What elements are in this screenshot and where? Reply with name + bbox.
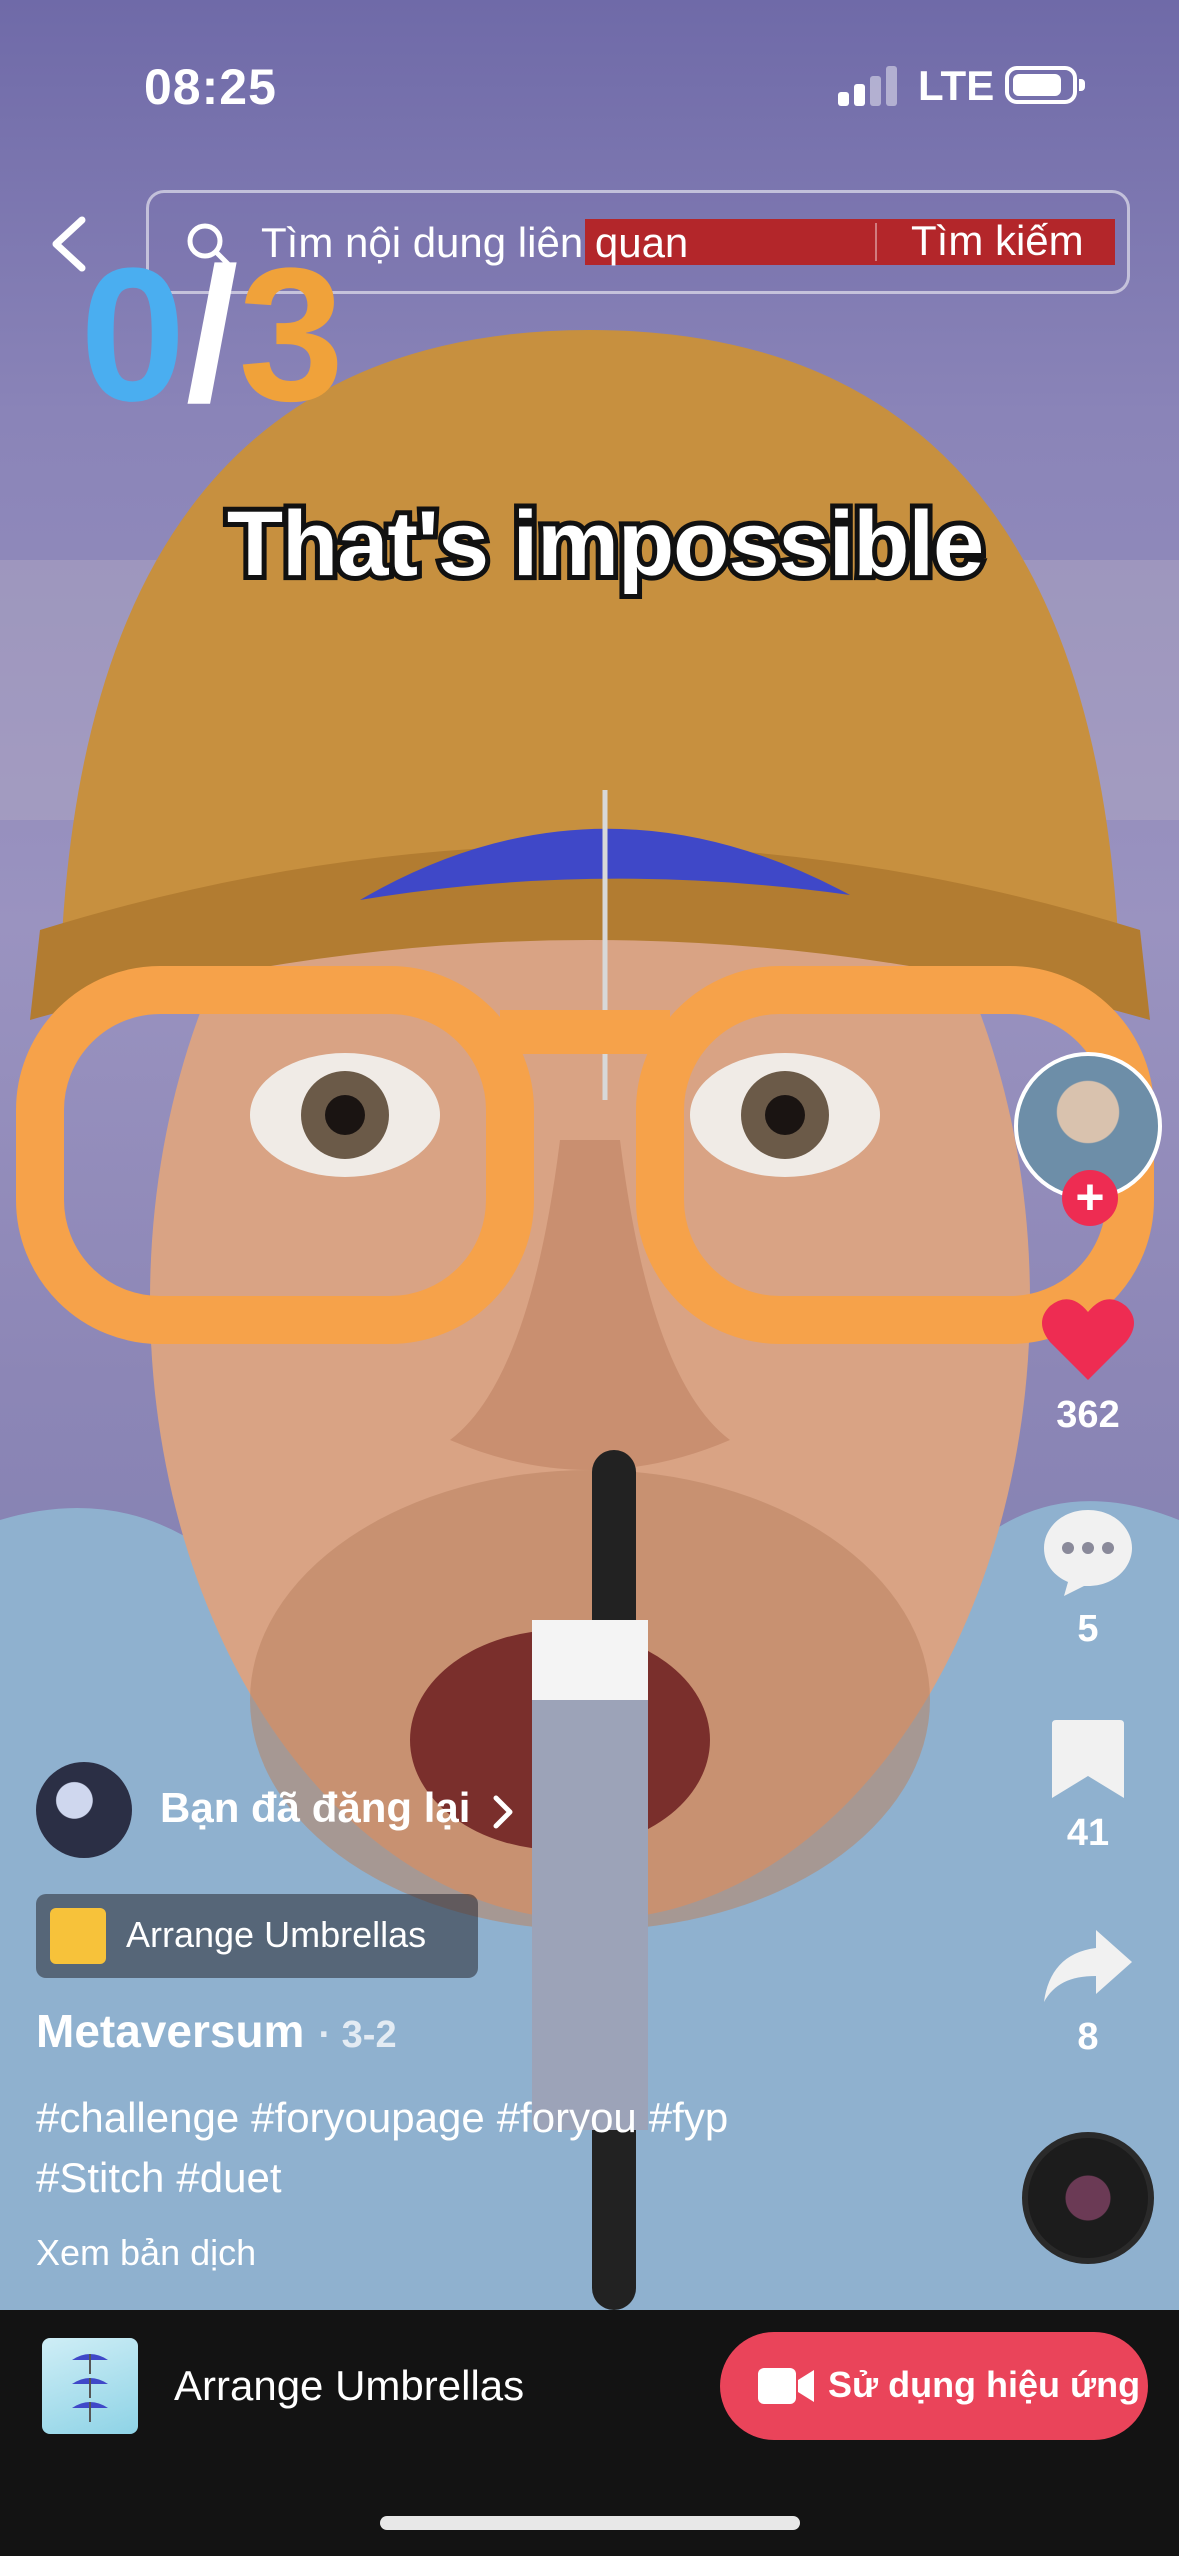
heart-icon [1042, 1299, 1134, 1380]
comment-button[interactable]: 5 [1020, 1506, 1156, 1651]
battery-icon [1005, 66, 1085, 104]
share-count: 8 [1077, 2016, 1099, 2058]
post-description: #challenge #foryoupage #foryou #fyp #Stitch… [36, 2088, 936, 2208]
save-button[interactable]: 41 [1020, 1716, 1156, 1855]
effect-thumbnail[interactable] [42, 2338, 138, 2434]
save-count: 41 [1066, 1812, 1110, 1854]
signal-icon [838, 66, 900, 106]
effect-name[interactable]: Arrange Umbrellas [174, 2362, 524, 2410]
follow-button[interactable]: + [1062, 1170, 1118, 1226]
post-date: · 3-2 [318, 2014, 397, 2056]
repost-avatar[interactable] [36, 1762, 132, 1858]
hashtag[interactable]: #foryou [497, 2094, 637, 2141]
score-current: 0 [80, 229, 186, 441]
comment-icon [1044, 1510, 1132, 1596]
hashtag[interactable]: #challenge [36, 2094, 239, 2141]
score-total: 3 [238, 229, 345, 441]
author-name[interactable]: Metaversum [36, 2005, 304, 2057]
search-divider [875, 223, 877, 261]
status-time: 08:25 [144, 59, 277, 115]
share-button[interactable]: 8 [1020, 1926, 1156, 2059]
translate-link[interactable]: Xem bản dịch [36, 2232, 256, 2274]
hashtag[interactable]: #fyp [649, 2094, 728, 2141]
use-effect-button[interactable]: Sử dụng hiệu ứng [720, 2332, 1148, 2440]
sound-disc[interactable] [1022, 2132, 1154, 2264]
home-indicator[interactable] [380, 2516, 800, 2530]
chevron-right-icon [493, 1795, 513, 1829]
author-row[interactable]: Metaversum · 3-2 [36, 2004, 397, 2058]
bookmark-icon [1052, 1720, 1124, 1798]
hashtag[interactable]: #Stitch [36, 2154, 164, 2201]
effect-tag[interactable]: Arrange Umbrellas [36, 1894, 478, 1978]
like-count: 362 [1056, 1394, 1120, 1436]
creator-avatar[interactable]: + [1014, 1052, 1162, 1226]
effect-sparkle-icon [50, 1908, 106, 1964]
video-caption: That's impossible [222, 488, 989, 600]
like-button[interactable]: 362 [1020, 1296, 1156, 1437]
game-score: 0/3 [80, 240, 344, 430]
network-type: LTE [918, 62, 995, 109]
hashtag[interactable]: #duet [176, 2154, 281, 2201]
share-icon [1044, 1930, 1132, 2002]
effect-tag-label: Arrange Umbrellas [126, 1914, 427, 1955]
hashtag[interactable]: #foryoupage [251, 2094, 485, 2141]
repost-label[interactable]: Bạn đã đăng lại [160, 1784, 470, 1832]
comment-count: 5 [1077, 1608, 1099, 1650]
umbrella-icon [72, 2354, 108, 2422]
score-separator: / [185, 229, 239, 441]
use-effect-label: Sử dụng hiệu ứng [828, 2364, 1141, 2405]
search-submit-button[interactable]: Tìm kiếm [911, 217, 1084, 265]
video-camera-icon [758, 2368, 814, 2404]
